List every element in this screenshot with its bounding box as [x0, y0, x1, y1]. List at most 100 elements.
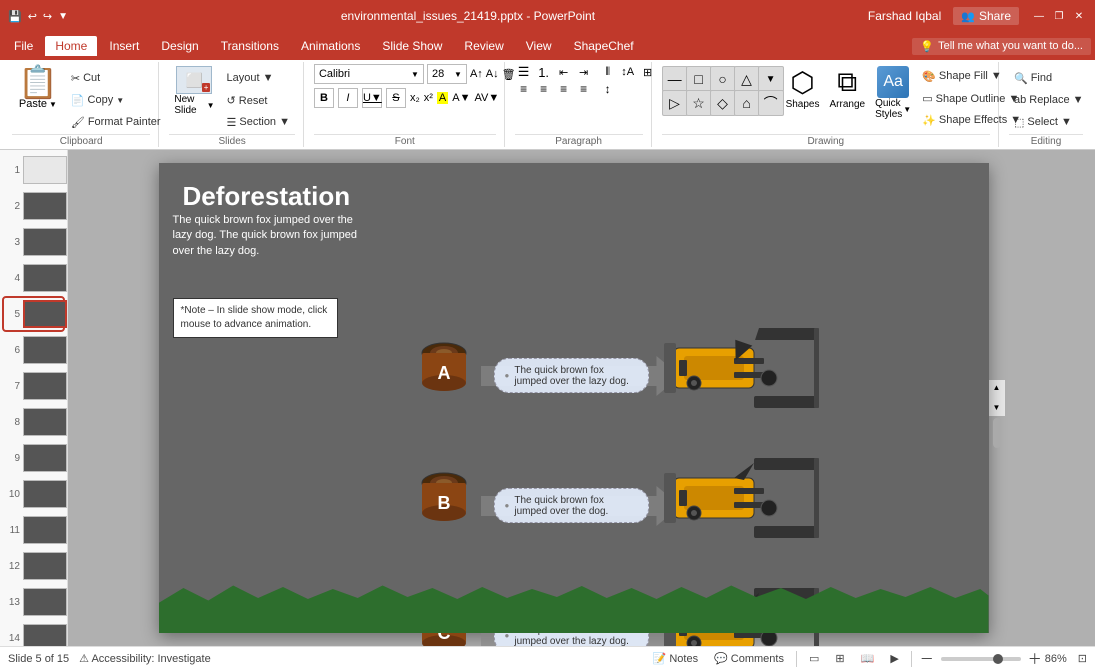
slide-sorter-button[interactable]: ⊞ [831, 651, 848, 666]
close-button[interactable]: ✕ [1071, 8, 1087, 24]
menu-transitions[interactable]: Transitions [211, 36, 289, 56]
slide-canvas[interactable]: Deforestation The quick brown fox jumped… [159, 163, 989, 633]
shapes-more[interactable]: ▼ [758, 66, 784, 92]
comments-button[interactable]: 💬 Comments [710, 651, 788, 666]
font-size-decrease[interactable]: A↓ [486, 68, 499, 80]
tell-me-box[interactable]: 💡 Tell me what you want to do... [912, 38, 1091, 55]
format-painter-button[interactable]: 🖌Format Painter [66, 112, 166, 132]
copy-button[interactable]: 📄Copy▼ [66, 90, 166, 110]
minimize-button[interactable]: — [1031, 8, 1047, 24]
slide-thumb-14[interactable]: 14 [4, 622, 63, 646]
share-button[interactable]: 👥 Share [953, 7, 1019, 25]
strikethrough-button[interactable]: S [386, 88, 406, 108]
menu-home[interactable]: Home [45, 36, 97, 56]
shape-icon-5[interactable]: ▷ [662, 90, 688, 116]
slide-thumb-9[interactable]: 9 [4, 442, 63, 474]
new-slide-button[interactable]: ⬜ + New Slide▼ [169, 64, 219, 118]
slideshow-button[interactable]: ▶ [886, 651, 902, 666]
zoom-in-button[interactable]: ＋ [1028, 649, 1042, 669]
shape-icon-2[interactable]: □ [686, 66, 712, 92]
menu-view[interactable]: View [516, 36, 562, 56]
fit-slide-button[interactable]: ⊡ [1078, 652, 1087, 665]
vertical-scrollbar[interactable]: ▲ ▼ [989, 380, 1005, 416]
slide-thumb-11[interactable]: 11 [4, 514, 63, 546]
subscript-button[interactable]: x₂ [410, 92, 420, 104]
status-bar: Slide 5 of 15 ⚠ Accessibility: Investiga… [0, 646, 1095, 670]
paste-button[interactable]: 📋 Paste▼ [12, 64, 64, 112]
menu-design[interactable]: Design [151, 36, 208, 56]
restore-button[interactable]: ❐ [1051, 8, 1067, 24]
slide-thumb-12[interactable]: 12 [4, 550, 63, 582]
slide-thumb-1[interactable]: 1 [4, 154, 63, 186]
menu-file[interactable]: File [4, 36, 43, 56]
align-left-button[interactable]: ≡ [515, 82, 533, 96]
quick-styles-button[interactable]: Aa QuickStyles▼ [871, 64, 915, 122]
justify-button[interactable]: ≡ [575, 82, 593, 96]
slide-thumb-3[interactable]: 3 [4, 226, 63, 258]
find-button[interactable]: 🔍 Find [1009, 68, 1057, 88]
columns-button[interactable]: ⫴ [599, 66, 617, 79]
font-size-increase[interactable]: A↑ [470, 68, 483, 80]
text-shadow-button[interactable]: A [437, 92, 448, 104]
numbering-button[interactable]: 1. [535, 65, 553, 80]
slide-thumb-10[interactable]: 10 [4, 478, 63, 510]
zoom-out-button[interactable]: － [920, 649, 934, 669]
menu-insert[interactable]: Insert [99, 36, 149, 56]
replace-button[interactable]: ab Replace ▼ [1009, 90, 1089, 110]
reset-button[interactable]: ↺ Reset [221, 90, 294, 110]
superscript-button[interactable]: x² [424, 92, 433, 104]
shape-icon-4[interactable]: △ [734, 66, 760, 92]
italic-button[interactable]: I [338, 88, 358, 108]
bullets-button[interactable]: ☰ [515, 64, 533, 80]
text-direction-button[interactable]: ↕A [619, 66, 637, 78]
slide-thumb-13[interactable]: 13 [4, 586, 63, 618]
shapes-button[interactable]: ⬡ Shapes [782, 64, 824, 112]
align-center-button[interactable]: ≡ [535, 82, 553, 96]
notes-button[interactable]: 📝 Notes [649, 651, 702, 666]
underline-button[interactable]: U▼ [362, 88, 382, 108]
shape-icon-1[interactable]: — [662, 66, 688, 92]
section-button[interactable]: ☰ Section ▼ [221, 112, 294, 132]
shape-icon-6[interactable]: ☆ [686, 90, 712, 116]
font-color-button[interactable]: A▼ [452, 92, 470, 104]
slide-thumb-2[interactable]: 2 [4, 190, 63, 222]
bold-button[interactable]: B [314, 88, 334, 108]
increase-indent-button[interactable]: ⇥ [575, 66, 593, 79]
slide-thumb-7[interactable]: 7 [4, 370, 63, 402]
char-spacing-button[interactable]: AV▼ [474, 92, 499, 104]
undo-icon[interactable]: ↩ [28, 10, 37, 23]
slide-thumb-8[interactable]: 8 [4, 406, 63, 438]
shape-icon-8[interactable]: ⌂ [734, 90, 760, 116]
slide-thumb-4[interactable]: 4 [4, 262, 63, 294]
zoom-slider[interactable] [941, 657, 1021, 661]
zoom-control[interactable]: － ＋ 86% ⊡ [920, 649, 1087, 669]
menu-review[interactable]: Review [454, 36, 513, 56]
normal-view-button[interactable]: ▭ [805, 651, 823, 666]
accessibility-check[interactable]: ⚠ Accessibility: Investigate [79, 652, 211, 665]
menu-shapechef[interactable]: ShapeChef [564, 36, 644, 56]
slide-thumb-6[interactable]: 6 [4, 334, 63, 366]
redo-icon[interactable]: ↪ [43, 10, 52, 23]
slide-preview-4 [23, 264, 67, 292]
arrange-button[interactable]: ⧉ Arrange [825, 64, 869, 112]
reading-view-button[interactable]: 📖 [857, 651, 879, 666]
decrease-indent-button[interactable]: ⇤ [555, 66, 573, 79]
slide-thumb-5[interactable]: 5 [4, 298, 63, 330]
layout-button[interactable]: Layout ▼ [221, 68, 294, 88]
select-button[interactable]: ⬚ Select ▼ [1009, 112, 1077, 132]
menu-slideshow[interactable]: Slide Show [372, 36, 452, 56]
save-icon[interactable]: 💾 [8, 10, 22, 23]
scroll-down-button[interactable]: ▼ [989, 400, 1005, 416]
shape-icon-3[interactable]: ○ [710, 66, 736, 92]
line-spacing-button[interactable]: ↕ [599, 82, 617, 96]
menu-animations[interactable]: Animations [291, 36, 370, 56]
shape-icon-7[interactable]: ◇ [710, 90, 736, 116]
font-family-dropdown[interactable]: Calibri▼ [314, 64, 424, 84]
scroll-up-button[interactable]: ▲ [989, 380, 1005, 396]
scroll-thumb[interactable] [993, 418, 1001, 448]
shape-icon-9[interactable]: ⌒ [758, 90, 784, 116]
font-size-dropdown[interactable]: 28▼ [427, 64, 467, 84]
customize-icon[interactable]: ▼ [58, 11, 68, 22]
align-right-button[interactable]: ≡ [555, 82, 573, 96]
cut-button[interactable]: ✂Cut [66, 68, 166, 88]
